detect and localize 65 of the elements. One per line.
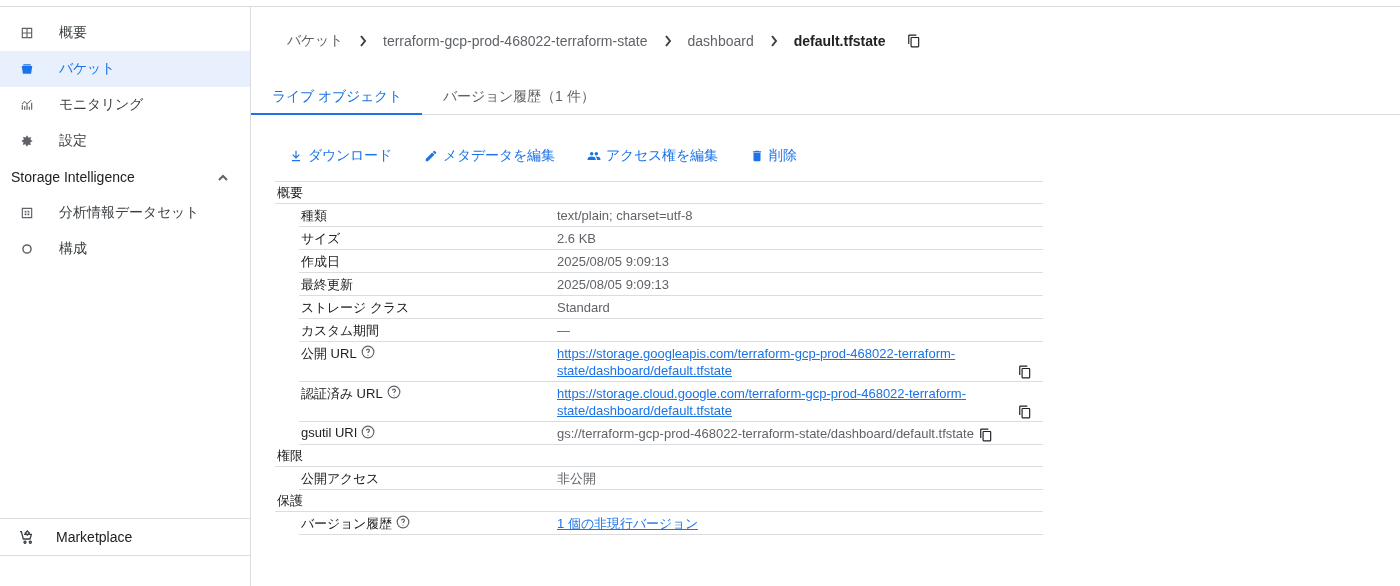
section-title: 保護 [275,490,1043,512]
breadcrumb-link[interactable]: terraform-gcp-prod-468022-terraform-state [383,33,648,49]
field-label: 種類 [301,207,327,225]
sidebar-item[interactable]: モニタリング [0,87,250,123]
sidebar-item[interactable]: 構成 [0,231,250,267]
field-value: 2025/08/05 9:09:13 [557,277,670,292]
chevron-right-icon [769,35,778,47]
field-label: 作成日 [301,253,340,271]
copy-icon[interactable] [1018,364,1032,379]
sidebar-item[interactable]: 設定 [0,123,250,159]
field-value: Standard [557,300,610,315]
breadcrumb-link[interactable]: dashboard [687,33,754,49]
copy-icon[interactable] [1018,404,1032,419]
copy-icon[interactable] [906,34,921,48]
download-icon [289,149,303,163]
breadcrumb-link[interactable]: バケット [287,32,343,50]
dashboard-icon [20,26,34,40]
field-value: gs://terraform-gcp-prod-468022-terraform-state/dashboard/default.tfstate [557,426,974,441]
settings-icon [20,134,34,148]
field-value: text/plain; charset=utf-8 [557,208,693,223]
chevron-right-icon [663,35,672,47]
chevron-right-icon [359,35,367,47]
help-icon[interactable] [396,515,410,529]
chart-icon [20,98,34,112]
url-link[interactable]: 1 個の非現行バージョン [557,515,698,532]
grid-icon [20,206,34,220]
action-button[interactable]: 削除 [750,145,797,167]
breadcrumb-link[interactable]: default.tfstate [793,33,886,49]
url-link[interactable]: https://storage.googleapis.com/terraform-gcp-prod-468022-terraform-state/dashboard/default.tfstate [557,345,1013,379]
field-label: 公開アクセス [301,470,379,488]
action-button[interactable]: ダウンロード [289,145,392,167]
chevron-up-icon [218,173,228,181]
field-value: — [557,323,570,338]
help-icon[interactable] [386,385,401,399]
people-icon [587,149,601,163]
field-label: サイズ [301,230,340,248]
bucket-icon [20,62,34,76]
field-value: 2.6 KB [557,231,597,246]
field-value: 非公開 [557,471,596,486]
pencil-icon [424,149,438,163]
cart-icon [18,529,34,545]
copy-icon[interactable] [978,427,993,442]
field-label: gsutil URI [301,425,358,440]
help-icon[interactable] [360,345,375,359]
action-button[interactable]: アクセス権を編集 [587,145,718,167]
tab[interactable]: バージョン履歴（1 件） [421,81,615,115]
help-icon[interactable] [361,425,376,439]
field-label: カスタム期間 [301,322,379,340]
trash-icon [750,149,764,163]
url-link[interactable]: https://storage.cloud.google.com/terraform-gcp-prod-468022-terraform-state/dashboard/default.tfstate [557,385,1013,419]
field-label: 認証済み URL [301,385,383,403]
field-value: 2025/08/05 9:09:13 [557,254,670,269]
tab[interactable]: ライブ オブジェクト [251,81,422,115]
sidebar-item[interactable]: バケット [0,51,250,87]
sidebar-item[interactable]: Marketplace [0,518,250,556]
section-title: 権限 [275,445,1043,467]
sidebar-item[interactable]: 概要 [0,15,250,51]
field-label: ストレージ クラス [301,299,409,317]
section-header[interactable]: Storage Intelligence [0,159,250,195]
section-title: 概要 [275,182,1043,204]
field-label: 公開 URL [301,345,357,363]
sidebar-item[interactable]: 分析情報データセット [0,195,250,231]
field-label: 最終更新 [301,276,353,294]
action-button[interactable]: メタデータを編集 [424,145,555,167]
field-label: バージョン履歴 [301,515,392,533]
